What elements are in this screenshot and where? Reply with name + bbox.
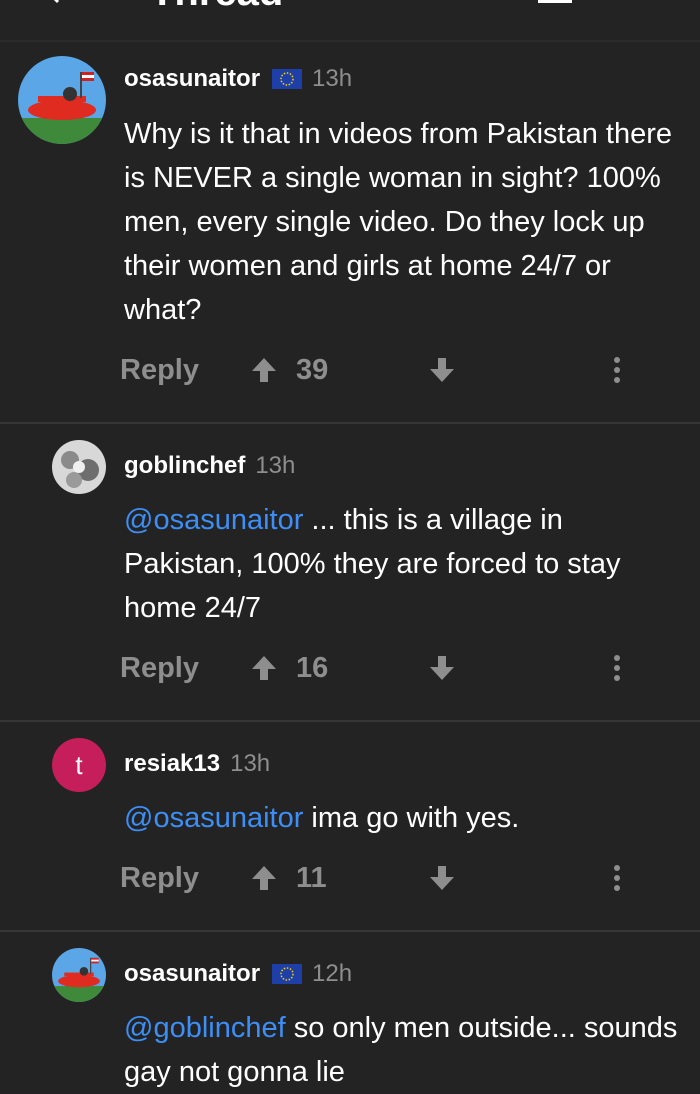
timestamp: 13h: [230, 750, 271, 777]
avatar[interactable]: [18, 56, 106, 144]
comment-text: Why is it that in videos from Pakistan t…: [124, 112, 684, 332]
airplane-avatar-icon: [18, 56, 106, 144]
downvote-arrow-icon[interactable]: [428, 864, 456, 892]
user-mention-link[interactable]: @goblinchef: [124, 1012, 286, 1044]
username[interactable]: osasunaitor: [124, 960, 260, 988]
upvote-count: 11: [296, 862, 327, 894]
avatar[interactable]: [52, 948, 106, 1002]
reply-button[interactable]: Reply: [120, 858, 199, 898]
avatar-letter: t: [75, 750, 83, 780]
eu-flag-icon: [272, 964, 303, 984]
upvote-count: 39: [296, 354, 329, 386]
divider: [0, 930, 700, 932]
sketch-avatar-icon: [52, 440, 106, 494]
user-mention-link[interactable]: @osasunaitor: [124, 802, 303, 834]
avatar[interactable]: t: [52, 738, 106, 792]
reply-button[interactable]: Reply: [120, 350, 199, 390]
timestamp: 13h: [312, 65, 353, 92]
top-bar: Thread: [0, 0, 700, 40]
divider: [0, 720, 700, 722]
comment-text: @goblinchef so only men outside... sound…: [124, 1006, 684, 1094]
upvote-count: 16: [296, 652, 329, 684]
username[interactable]: osasunaitor: [124, 65, 260, 93]
divider: [0, 40, 700, 42]
reply-button[interactable]: Reply: [120, 648, 199, 688]
eu-flag-icon: [272, 69, 303, 89]
timestamp: 13h: [255, 452, 296, 479]
username[interactable]: goblinchef: [124, 452, 245, 480]
more-options-icon[interactable]: [610, 864, 624, 892]
comment-actions: Reply 11: [0, 858, 700, 898]
comment-actions: Reply 16: [0, 648, 700, 688]
comment-actions: Reply 39: [0, 350, 700, 390]
downvote-arrow-icon[interactable]: [428, 356, 456, 384]
comment-text: @osasunaitor ima go with yes.: [124, 796, 684, 840]
upvote-arrow-icon[interactable]: [250, 654, 278, 682]
more-options-icon[interactable]: [610, 654, 624, 682]
comment-text: @osasunaitor ... this is a village in Pa…: [124, 498, 684, 630]
username[interactable]: resiak13: [124, 750, 220, 778]
divider: [0, 422, 700, 424]
airplane-avatar-icon: [52, 948, 106, 1002]
back-arrow-icon[interactable]: [48, 0, 68, 6]
comment-body: Why is it that in videos from Pakistan t…: [124, 118, 672, 326]
upvote-arrow-icon[interactable]: [250, 356, 278, 384]
comment-meta: osasunaitor 13h: [124, 64, 352, 94]
timestamp: 12h: [312, 960, 353, 987]
upvote-arrow-icon[interactable]: [250, 864, 278, 892]
comment-meta: resiak13 13h: [124, 749, 270, 779]
comment-meta: goblinchef 13h: [124, 451, 295, 481]
page-title: Thread: [150, 0, 283, 15]
downvote-arrow-icon[interactable]: [428, 654, 456, 682]
more-options-icon[interactable]: [610, 356, 624, 384]
more-vertical-icon[interactable]: [634, 0, 650, 6]
comment-meta: osasunaitor 12h: [124, 959, 352, 989]
menu-icon[interactable]: [538, 0, 572, 6]
comment-body: ima go with yes.: [303, 802, 520, 834]
user-mention-link[interactable]: @osasunaitor: [124, 504, 303, 536]
avatar[interactable]: [52, 440, 106, 494]
